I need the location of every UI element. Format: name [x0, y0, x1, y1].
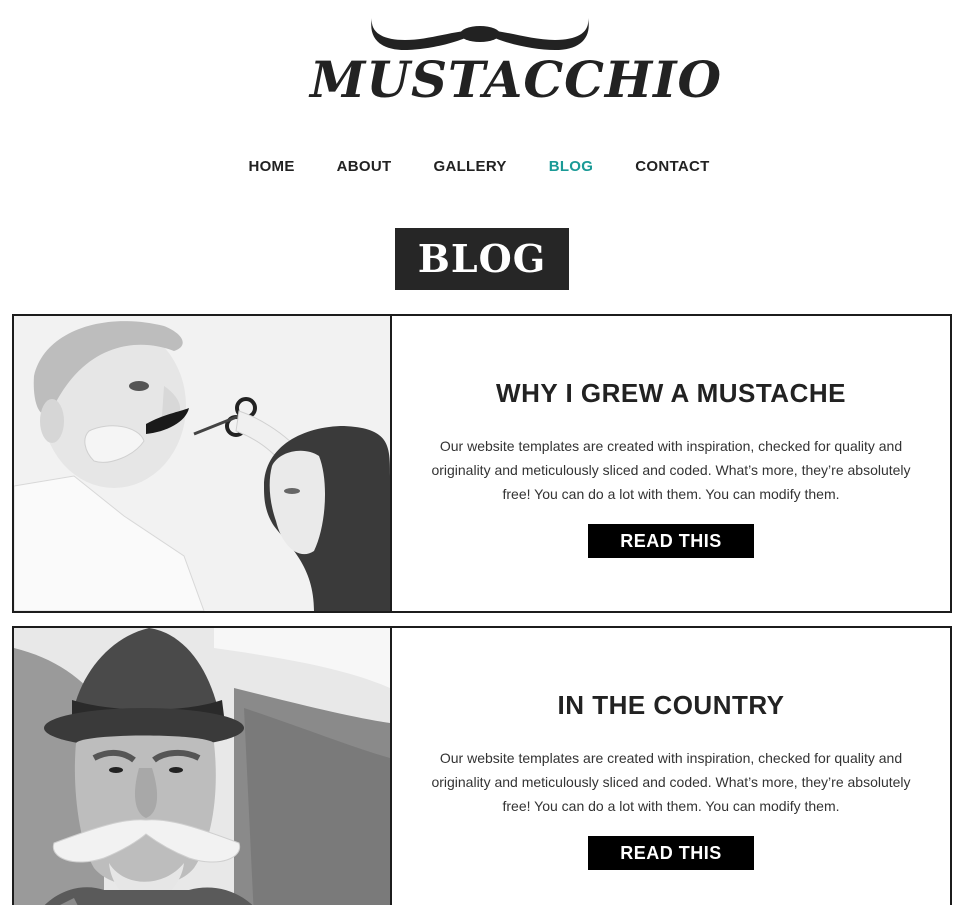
nav-contact[interactable]: CONTACT: [635, 157, 709, 177]
post-image[interactable]: [14, 628, 392, 905]
post-excerpt: Our website templates are created with i…: [431, 750, 911, 814]
mustache-icon: [371, 18, 589, 50]
read-this-button[interactable]: READ THIS: [588, 524, 754, 558]
nav-gallery[interactable]: GALLERY: [433, 157, 506, 177]
post-title[interactable]: IN THE COUNTRY: [392, 689, 950, 721]
read-this-button[interactable]: READ THIS: [588, 836, 754, 870]
blog-post: WHY I GREW A MUSTACHE Our website templa…: [12, 314, 952, 613]
main-nav: HOME ABOUT GALLERY BLOG CONTACT: [0, 157, 958, 177]
man-with-fake-mustache-photo: [14, 316, 390, 611]
post-body: WHY I GREW A MUSTACHE Our website templa…: [392, 316, 950, 611]
post-image[interactable]: [14, 316, 392, 611]
logo-text: MUSTACCHIO: [310, 50, 723, 109]
nav-home[interactable]: HOME: [248, 157, 294, 177]
site-logo[interactable]: MUSTACCHIO: [310, 10, 723, 110]
post-body: IN THE COUNTRY Our website templates are…: [392, 628, 950, 905]
old-man-with-hat-photo: [14, 628, 390, 905]
post-title[interactable]: WHY I GREW A MUSTACHE: [392, 377, 950, 409]
post-excerpt: Our website templates are created with i…: [431, 438, 911, 502]
page-title: BLOG: [395, 228, 569, 290]
blog-post: IN THE COUNTRY Our website templates are…: [12, 626, 952, 905]
nav-blog[interactable]: BLOG: [549, 157, 594, 177]
nav-about[interactable]: ABOUT: [337, 157, 392, 177]
